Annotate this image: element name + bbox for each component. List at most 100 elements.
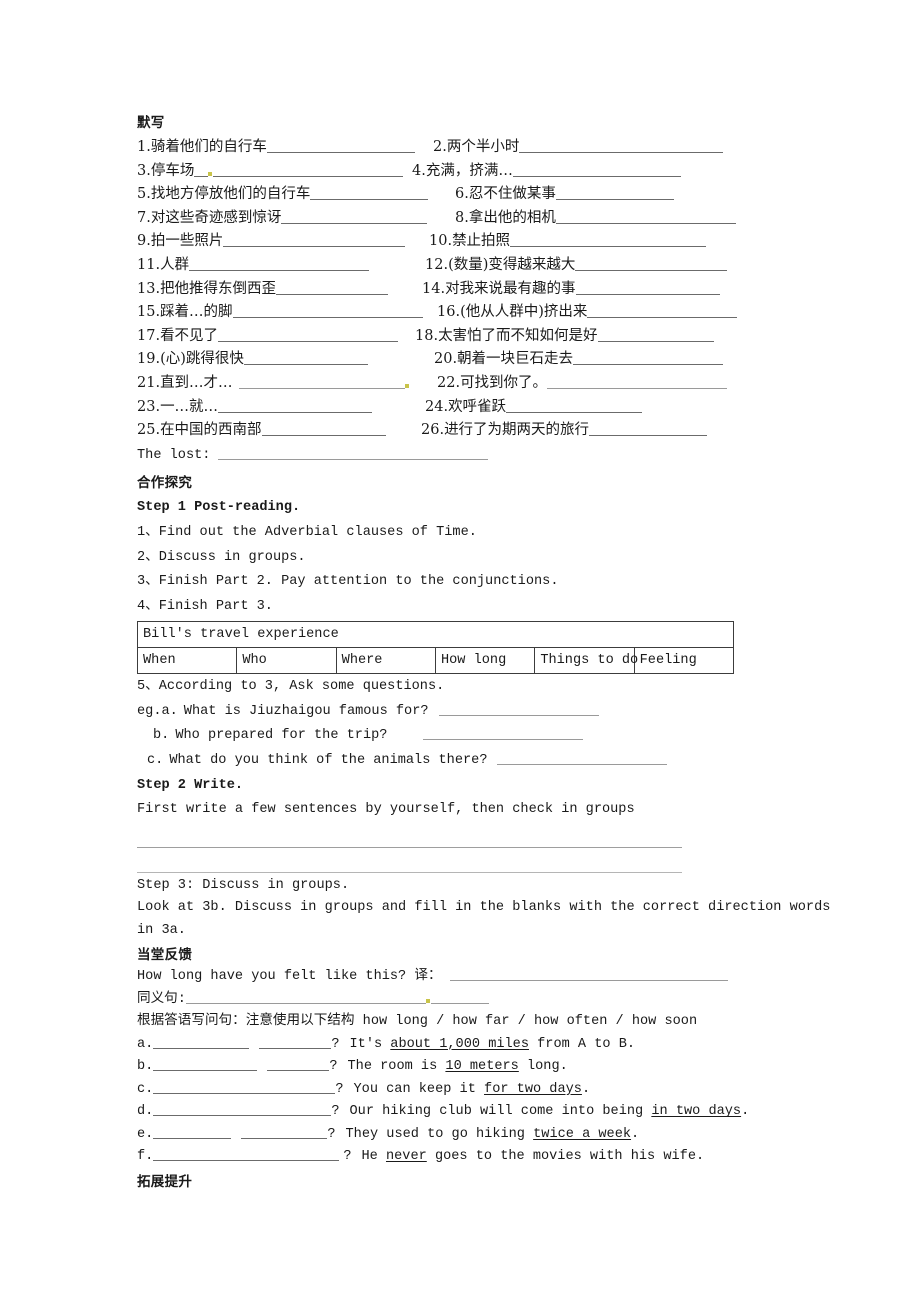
dictation-row: 21.直到…才… 22.可找到你了。 (137, 372, 787, 396)
item-number: 10. (429, 233, 453, 250)
question-blank[interactable] (153, 1080, 336, 1094)
fill-blank[interactable] (512, 162, 681, 177)
document-content: 默写 1.骑着他们的自行车 2.两个半小时 3.停车场 4.充满，挤满… 5.找… (136, 112, 830, 1193)
fill-blank[interactable] (266, 138, 415, 153)
question-blank[interactable] (267, 1057, 330, 1072)
fill-blank[interactable] (555, 185, 674, 201)
question-blank[interactable] (153, 1035, 250, 1049)
translation-blank[interactable] (449, 967, 728, 982)
item-number: 20. (434, 351, 458, 368)
question-blank[interactable] (241, 1125, 328, 1139)
item-text: 太害怕了而不知如何是好 (438, 327, 598, 344)
item-number: 8. (455, 209, 469, 226)
answer-prefix: He (361, 1149, 386, 1165)
dictation-row: 7.对这些奇迹感到惊讶 8.拿出他的相机 (137, 207, 787, 231)
writing-rule-1[interactable] (137, 823, 682, 848)
step1-item: 2、Discuss in groups. (137, 549, 306, 565)
synonym-blank[interactable] (430, 990, 489, 1004)
fill-blank[interactable] (575, 256, 728, 271)
feedback-item-row: d.? Our hiking club will come into being … (137, 1101, 787, 1124)
dictation-row: 9.拍一些照片 10.禁止拍照 (137, 230, 787, 254)
table-title-cell: Bill's travel experience (137, 621, 734, 649)
table-row: Bill's travel experience (137, 621, 734, 649)
item-number: 14. (422, 280, 446, 297)
item-text: 踩着…的脚 (160, 304, 233, 321)
fill-blank[interactable] (587, 303, 738, 319)
item-text: 进行了为期两天的旅行 (444, 422, 590, 439)
item-number: 13. (137, 280, 161, 297)
fill-blank[interactable] (238, 374, 405, 389)
fill-blank[interactable] (218, 327, 399, 342)
fill-blank[interactable] (243, 351, 368, 366)
the-lost-label: The lost: (137, 447, 211, 463)
feedback-instruction: 根据答语写问句：注意使用以下结构 how long / how far / ho… (137, 1014, 698, 1030)
item-text: 拍一些照片 (150, 233, 224, 250)
dictation-row: 5.找地方停放他们的自行车 6.忍不住做某事 (137, 183, 787, 207)
answer-suffix: . (631, 1126, 640, 1142)
the-lost-blank[interactable] (218, 446, 489, 460)
question-blank[interactable] (153, 1057, 258, 1072)
item-number: 17. (137, 327, 161, 344)
item-number: 1. (137, 139, 151, 155)
answer-suffix: from A to B. (528, 1036, 636, 1052)
item-text: 看不见了 (160, 327, 219, 344)
question-blank[interactable] (153, 1147, 340, 1162)
feedback-item-row: a.? It's about 1,000 miles from A to B. (137, 1034, 787, 1057)
fill-blank[interactable] (310, 185, 429, 201)
fill-blank[interactable] (597, 327, 714, 342)
writing-rule-2[interactable] (137, 848, 682, 873)
fill-blank[interactable] (194, 162, 209, 177)
fill-blank[interactable] (261, 421, 386, 437)
item-text: (数量)变得越来越大 (448, 256, 576, 273)
fill-blank[interactable] (281, 209, 428, 224)
item-number: 25. (137, 422, 161, 439)
fill-blank[interactable] (575, 280, 720, 295)
item-text: 找地方停放他们的自行车 (150, 186, 311, 203)
table-header-where: Where (335, 647, 436, 675)
item-text: 两个半小时 (446, 139, 520, 155)
fill-blank[interactable] (223, 233, 406, 248)
answer-blank[interactable] (423, 727, 584, 741)
step3-heading: Step 3: Discuss in groups. (137, 877, 350, 893)
answer-suffix: . (581, 1081, 591, 1097)
dictation-row: 1.骑着他们的自行车 2.两个半小时 (137, 136, 787, 160)
question-mark: ? (331, 1104, 340, 1120)
fill-blank[interactable] (276, 280, 389, 295)
dictation-row: 3.停车场 4.充满，挤满… (137, 160, 787, 184)
question-blank[interactable] (153, 1102, 332, 1117)
answer-blank[interactable] (497, 751, 668, 766)
fill-blank[interactable] (510, 233, 707, 248)
fill-blank[interactable] (573, 351, 724, 366)
question-blank[interactable] (153, 1125, 232, 1139)
answer-key: never (385, 1149, 427, 1165)
fill-blank[interactable] (189, 256, 370, 271)
question-label: b. (153, 728, 170, 744)
item-text: 拿出他的相机 (468, 209, 556, 226)
fill-blank[interactable] (519, 138, 724, 153)
step1-item: 4、Finish Part 3. (137, 598, 273, 614)
section-heading-extension: 拓展提升 (137, 1173, 193, 1190)
question-mark: ? (331, 1036, 340, 1052)
synonym-blank[interactable] (185, 990, 426, 1004)
question-blank[interactable] (259, 1035, 332, 1049)
answer-suffix: . (741, 1104, 750, 1120)
question-label: eg.a. (137, 703, 178, 719)
question-text: What do you think of the animals there? (169, 753, 488, 769)
item-text: 充满，挤满… (425, 162, 513, 179)
worksheet-page: 默写 1.骑着他们的自行车 2.两个半小时 3.停车场 4.充满，挤满… 5.找… (0, 0, 920, 1302)
feedback-item-row: c.? You can keep it for two days. (137, 1079, 787, 1102)
fill-blank[interactable] (213, 162, 404, 177)
feedback-translate-row: How long have you felt like this? 译： (137, 966, 787, 989)
fill-blank[interactable] (218, 398, 373, 413)
feedback-item-row: f.? He never goes to the movies with his … (137, 1146, 787, 1169)
fill-blank[interactable] (589, 421, 708, 437)
step1-heading: Step 1 Post-reading. (137, 500, 301, 516)
item-text: 对我来说最有趣的事 (445, 280, 576, 297)
item-number: 3. (137, 162, 151, 179)
answer-blank[interactable] (438, 702, 599, 716)
fill-blank[interactable] (232, 303, 423, 319)
fill-blank[interactable] (555, 209, 736, 224)
fill-blank[interactable] (506, 398, 643, 413)
item-label: c. (137, 1081, 154, 1097)
fill-blank[interactable] (547, 374, 728, 389)
